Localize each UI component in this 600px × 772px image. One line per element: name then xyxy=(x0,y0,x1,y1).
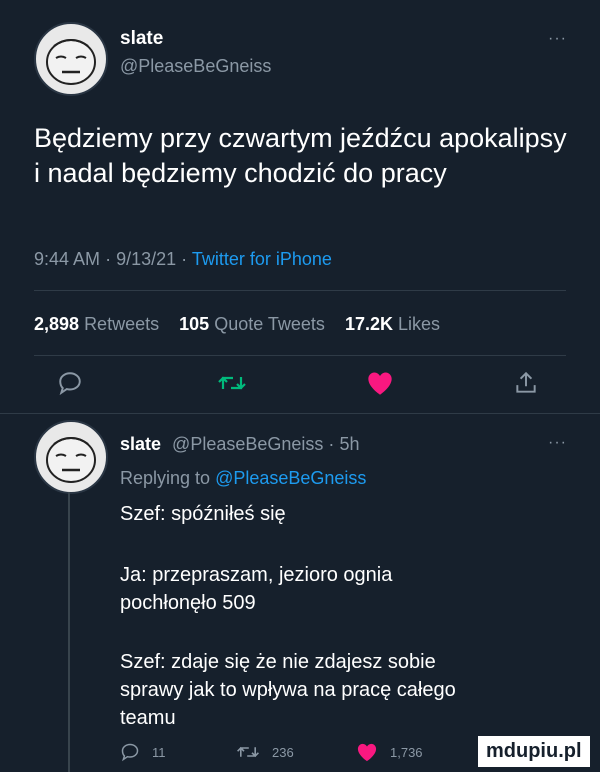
reply-button[interactable] xyxy=(52,365,88,401)
meta-separator: · xyxy=(181,249,188,269)
reply-more-options-button[interactable]: ··· xyxy=(548,434,567,452)
reply-line: sprawy jak to wpływa na pracę całego xyxy=(120,679,456,701)
replying-to: Replying to @PleaseBeGneiss xyxy=(120,468,366,489)
avatar-face-icon xyxy=(46,437,96,483)
like-count: 1,736 xyxy=(390,744,423,760)
share-upload-icon xyxy=(516,371,536,393)
reply-retweet-button[interactable]: 236 xyxy=(236,740,294,764)
reply-reply-button[interactable]: 11 xyxy=(120,740,166,764)
quotes-stat[interactable]: 105 Quote Tweets xyxy=(179,314,325,334)
reply-author-name[interactable]: slate xyxy=(120,434,161,454)
like-button[interactable] xyxy=(362,365,398,401)
divider xyxy=(0,413,600,414)
replying-mention[interactable]: @PleaseBeGneiss xyxy=(215,468,366,488)
retweet-count: 236 xyxy=(272,744,294,760)
author-name[interactable]: slate xyxy=(120,28,163,50)
replying-prefix: Replying to xyxy=(120,468,211,488)
reply-line: Szef: zdaje się że nie zdajesz sobie xyxy=(120,651,436,673)
more-options-button[interactable]: ··· xyxy=(548,30,567,48)
share-button[interactable] xyxy=(508,365,544,401)
tweet-meta: 9:44 AM · 9/13/21 · Twitter for iPhone xyxy=(34,249,332,270)
reply-line: Szef: spóźniłeś się xyxy=(120,503,286,525)
avatar-face-icon xyxy=(46,39,96,85)
likes-label: Likes xyxy=(398,314,441,334)
reply-author-handle[interactable]: @PleaseBeGneiss xyxy=(172,434,323,454)
divider xyxy=(34,355,566,356)
reply-age[interactable]: 5h xyxy=(339,434,359,454)
reply-count: 11 xyxy=(152,744,166,760)
reply-line: Ja: przepraszam, jezioro ognia xyxy=(120,564,393,586)
likes-count: 17.2K xyxy=(344,314,393,334)
speech-bubble-icon xyxy=(59,372,81,396)
thread-line xyxy=(68,492,70,772)
heart-icon xyxy=(357,743,377,762)
retweet-arrows-icon xyxy=(237,746,259,758)
quotes-count: 105 xyxy=(179,314,210,334)
retweet-arrows-icon xyxy=(218,376,246,390)
site-watermark: mdupiu.pl xyxy=(478,736,590,767)
author-handle[interactable]: @PleaseBeGneiss xyxy=(120,56,271,77)
likes-stat[interactable]: 17.2K Likes xyxy=(345,314,440,334)
reply-author-avatar[interactable] xyxy=(34,420,108,494)
retweets-count: 2,898 xyxy=(34,314,80,334)
author-avatar[interactable] xyxy=(34,22,108,96)
heart-icon xyxy=(368,372,392,395)
meta-separator: · xyxy=(328,434,335,454)
tweet-date[interactable]: 9/13/21 xyxy=(116,249,176,269)
retweet-button[interactable] xyxy=(212,365,252,401)
reply-like-button[interactable]: 1,736 xyxy=(356,740,423,764)
tweet-source[interactable]: Twitter for iPhone xyxy=(192,249,332,269)
quotes-label: Quote Tweets xyxy=(214,314,325,334)
retweets-label: Retweets xyxy=(84,314,160,334)
tweet-stats: 2,898 Retweets 105 Quote Tweets 17.2K Li… xyxy=(34,314,440,335)
tweet-time: 9:44 AM xyxy=(34,249,101,269)
reply-header: slate @PleaseBeGneiss · 5h xyxy=(120,434,359,455)
tweet-text: Będziemy przy czwartym jeźdźcu apokalips… xyxy=(34,123,567,188)
speech-bubble-icon xyxy=(121,743,139,762)
meta-separator: · xyxy=(105,249,112,269)
reply-line: pochłonęło 509 xyxy=(120,592,256,614)
reply-line: teamu xyxy=(120,707,176,729)
retweets-stat[interactable]: 2,898 Retweets xyxy=(34,314,159,334)
divider xyxy=(34,290,566,291)
